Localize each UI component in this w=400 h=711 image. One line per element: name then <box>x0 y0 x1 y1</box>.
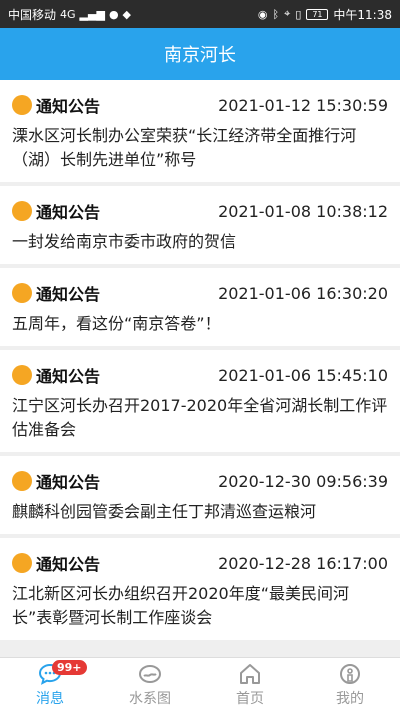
notice-title: 五周年，看这份“南京答卷”！ <box>12 314 221 333</box>
notice-title: 江北新区河长办组织召开2020年度“最美民间河长”表彰暨河长制工作座谈会 <box>12 584 350 627</box>
notice-list[interactable]: 通知公告 2021-01-12 15:30:59 溧水区河长制办公室荣获“长江经… <box>0 80 400 657</box>
list-item[interactable]: 通知公告 2020-12-30 09:56:39 麒麟科创园管委会副主任丁邦清巡… <box>0 456 400 534</box>
list-item[interactable]: 通知公告 2021-01-08 10:38:12 一封发给南京市委市政府的贺信 <box>0 186 400 264</box>
profile-icon <box>337 662 363 686</box>
bluetooth-icon: ᛒ <box>272 7 280 21</box>
battery-icon: 71 <box>306 8 329 20</box>
notice-date: 2021-01-12 15:30:59 <box>218 95 388 115</box>
eye-icon: ◉ <box>257 7 268 21</box>
page-title: 南京河长 <box>164 45 236 66</box>
notice-dot-icon <box>12 553 32 573</box>
location-icon: ⌖ <box>284 7 291 20</box>
notice-tag: 通知公告 <box>36 285 101 304</box>
vibrate-icon: ▯ <box>295 7 302 21</box>
tab-mine[interactable]: 我的 <box>300 658 400 711</box>
notice-dot-icon <box>12 201 32 221</box>
notice-title: 溧水区河长制办公室荣获“长江经济带全面推行河（湖）长制先进单位”称号 <box>12 126 357 169</box>
message-app-icon: ◆ <box>122 7 132 21</box>
notice-tag: 通知公告 <box>36 555 101 574</box>
notice-date: 2020-12-28 16:17:00 <box>218 553 388 573</box>
app-header: 南京河长 <box>0 28 400 80</box>
home-icon <box>237 662 263 686</box>
location-app-icon: ● <box>108 7 119 21</box>
notice-date: 2021-01-06 16:30:20 <box>218 283 388 303</box>
status-bar: 中国移动 4G ▂▄▆ ● ◆ ◉ ᛒ ⌖ ▯ 71 中午11:38 <box>0 0 400 28</box>
water-map-icon <box>137 662 163 686</box>
carrier-label: 中国移动 <box>8 7 57 22</box>
tab-label: 首页 <box>236 690 264 707</box>
tab-label: 我的 <box>336 690 364 707</box>
list-item[interactable]: 通知公告 2021-01-12 15:30:59 溧水区河长制办公室荣获“长江经… <box>0 80 400 182</box>
notice-tag: 通知公告 <box>36 97 101 116</box>
notice-dot-icon <box>12 95 32 115</box>
tab-home[interactable]: 首页 <box>200 658 300 711</box>
clock-label: 中午11:38 <box>333 7 392 22</box>
tab-label: 消息 <box>36 690 64 707</box>
notice-title: 麒麟科创园管委会副主任丁邦清巡查运粮河 <box>12 502 317 521</box>
tab-label: 水系图 <box>129 690 171 707</box>
notice-tag: 通知公告 <box>36 203 101 222</box>
notice-title: 一封发给南京市委市政府的贺信 <box>12 232 237 251</box>
notice-dot-icon <box>12 365 32 385</box>
network-label: 4G <box>60 7 76 21</box>
notice-date: 2020-12-30 09:56:39 <box>218 471 388 491</box>
notice-tag: 通知公告 <box>36 473 101 492</box>
list-item[interactable]: 通知公告 2021-01-06 15:45:10 江宁区河长办召开2017-20… <box>0 350 400 452</box>
notice-title: 江宁区河长办召开2017-2020年全省河湖长制工作评估准备会 <box>12 396 388 439</box>
bottom-tab-bar: 99+ 消息 水系图 首页 我的 <box>0 657 400 711</box>
notice-date: 2021-01-08 10:38:12 <box>218 201 388 221</box>
list-item[interactable]: 通知公告 2021-01-06 16:30:20 五周年，看这份“南京答卷”！ <box>0 268 400 346</box>
tab-water-map[interactable]: 水系图 <box>100 658 200 711</box>
list-item[interactable]: 通知公告 2020-12-28 16:17:00 江北新区河长办组织召开2020… <box>0 538 400 640</box>
notice-dot-icon <box>12 283 32 303</box>
notice-tag: 通知公告 <box>36 367 101 386</box>
notice-date: 2021-01-06 15:45:10 <box>218 365 388 385</box>
unread-badge: 99+ <box>52 660 87 675</box>
signal-icon: ▂▄▆ <box>79 7 105 21</box>
tab-messages[interactable]: 99+ 消息 <box>0 658 100 711</box>
notice-dot-icon <box>12 471 32 491</box>
